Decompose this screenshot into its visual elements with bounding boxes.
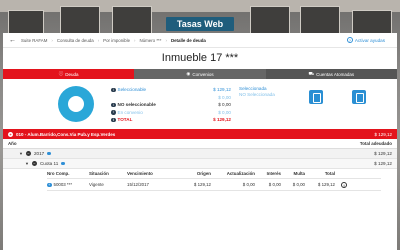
caret-down-icon: ▼ xyxy=(19,151,23,156)
concept-header[interactable]: + 010 - Alum.Barrido,Cons.Via Pub.y Esp.… xyxy=(3,129,397,139)
help-toggle[interactable]: ? Activar ayudas xyxy=(346,37,385,43)
minus-icon[interactable]: − xyxy=(25,151,31,156)
breadcrumb-item[interactable]: Suite RAFAM xyxy=(21,38,47,43)
info-icon: ⓘ xyxy=(58,71,64,76)
info-icon: i xyxy=(111,110,116,115)
status-dot xyxy=(47,151,51,156)
info-icon: i xyxy=(111,117,116,122)
print-button[interactable] xyxy=(309,90,323,104)
year-row[interactable]: ▼ − 2017 $ 129,12 xyxy=(3,149,397,159)
status-dot xyxy=(61,161,65,166)
detail-table: Nro Comp. Situación Vencimiento Origen A… xyxy=(47,169,381,191)
back-arrow-icon[interactable]: ← xyxy=(9,37,16,44)
summary-row-no-seleccionable: i NO seleccionable $ 0,00 xyxy=(111,102,231,108)
legend-not-selected: NO Seleccionada xyxy=(239,92,275,97)
help-label: Activar ayudas xyxy=(354,37,385,43)
info-icon: i xyxy=(111,102,116,107)
main-panel: ← Suite RAFAM › Consulta de deuda › Por … xyxy=(3,33,397,250)
table-header: Año Total adeudado xyxy=(3,139,397,149)
page-title: Inmueble 17 *** xyxy=(161,52,239,64)
concept-label: 010 - Alum.Barrido,Cons.Via Pub.y Esp.Ve… xyxy=(16,131,116,137)
info-icon[interactable]: i xyxy=(341,181,347,188)
caret-down-icon: ▼ xyxy=(25,161,29,166)
summary-row-en-convenio: i En convenio $ 0,00 xyxy=(111,109,231,115)
summary-row-total: i TOTAL $ 129,12 xyxy=(111,117,231,123)
tab-cuentas-atomadas[interactable]: ⛟ Cuentas Atomadas xyxy=(265,69,397,79)
tab-label: Convenios xyxy=(192,71,214,77)
breadcrumb-item[interactable]: Número *** xyxy=(140,38,162,43)
summary-row-seleccionable: i Seleccionable $ 129,12 xyxy=(111,87,231,93)
selection-legend: Seleccionada NO Seleccionada xyxy=(239,86,275,98)
breadcrumb-item[interactable]: Consulta de deuda xyxy=(57,38,94,43)
debt-donut-chart xyxy=(58,86,94,122)
plus-icon[interactable]: + xyxy=(47,182,52,188)
tab-convenios[interactable]: ◉ Convenios xyxy=(134,69,266,79)
info-icon: i xyxy=(111,87,116,92)
breadcrumb-current: Detalle de deuda xyxy=(170,37,206,43)
summary-row-sub: $ 0,00 xyxy=(218,94,231,100)
debt-summary: i Seleccionable $ 129,12 $ 0,00 i NO sel… xyxy=(3,79,397,129)
export-button[interactable] xyxy=(352,90,366,104)
detail-table-header: Nro Comp. Situación Vencimiento Origen A… xyxy=(47,169,381,179)
minus-icon[interactable]: − xyxy=(31,161,37,166)
table-row[interactable]: +50003 *** Vigente 15/12/2017 $ 129,12 $… xyxy=(47,179,381,191)
cart-icon: ⛟ xyxy=(308,70,315,76)
eye-icon: ◉ xyxy=(186,71,191,76)
tab-label: Cuentas Atomadas xyxy=(316,71,355,77)
breadcrumb: ← Suite RAFAM › Consulta de deuda › Por … xyxy=(3,33,397,48)
cuota-row[interactable]: ▼ − Cuota 11 $ 129,12 xyxy=(3,159,397,169)
tab-deuda[interactable]: ⓘ Deuda xyxy=(3,69,135,79)
breadcrumb-item[interactable]: Por imponible xyxy=(103,38,130,43)
plus-icon: + xyxy=(8,131,13,137)
tab-label: Deuda xyxy=(65,71,79,77)
tab-bar: ⓘ Deuda ◉ Convenios ⛟ Cuentas Atomadas xyxy=(3,69,397,79)
app-brand[interactable]: Tasas Web xyxy=(166,17,234,31)
concept-amount: $ 129,12 xyxy=(374,131,392,137)
help-icon: ? xyxy=(346,37,353,43)
